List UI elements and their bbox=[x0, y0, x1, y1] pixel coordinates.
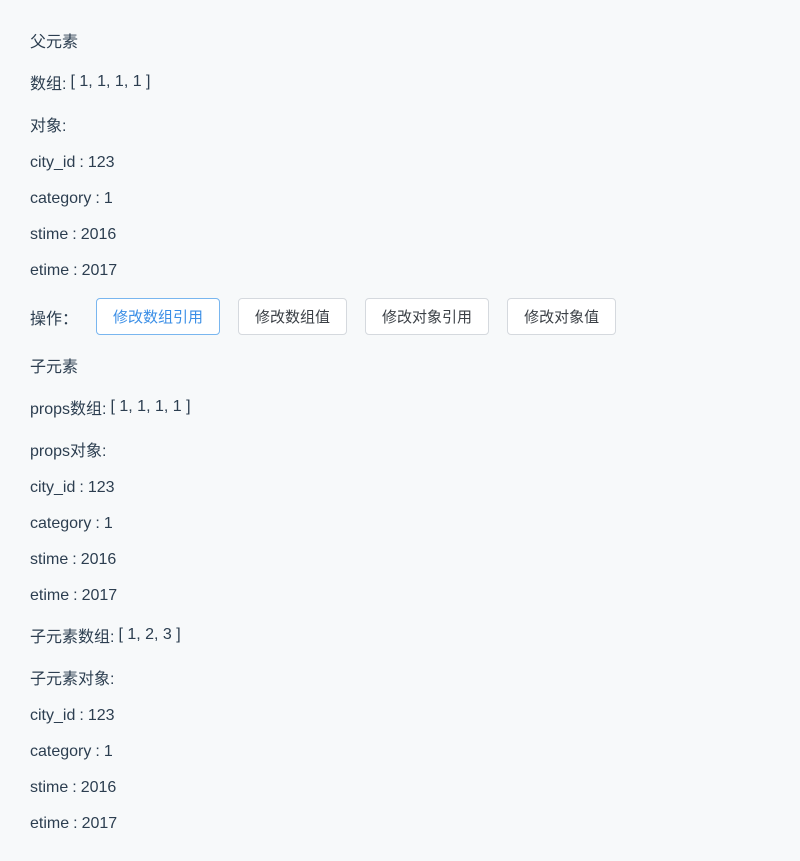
parent-prop-value: 2016 bbox=[81, 226, 117, 244]
child-propsobj-row: city_id : 123 bbox=[30, 479, 770, 497]
child-propsobj-sep: : bbox=[79, 479, 83, 497]
child-propsobj-value: 2016 bbox=[81, 551, 117, 569]
child-propsobj-sep: : bbox=[73, 587, 77, 605]
child-propsobj-key: category bbox=[30, 515, 91, 533]
parent-title: 父元素 bbox=[30, 28, 770, 52]
child-propsobj-row: category : 1 bbox=[30, 515, 770, 533]
parent-prop-key: city_id bbox=[30, 154, 75, 172]
child-childobj-key: category bbox=[30, 743, 91, 761]
child-title: 子元素 bbox=[30, 353, 770, 377]
child-props-array-label: props数组: bbox=[30, 395, 106, 419]
child-childobj-row: stime : 2016 bbox=[30, 779, 770, 797]
parent-prop-sep: : bbox=[72, 226, 76, 244]
parent-prop-sep: : bbox=[73, 262, 77, 280]
child-childobj-key: etime bbox=[30, 815, 69, 833]
parent-object-label-line: 对象: bbox=[30, 112, 770, 136]
parent-object-label: 对象: bbox=[30, 112, 66, 136]
child-props-object-label: props对象: bbox=[30, 437, 106, 461]
child-childobj-sep: : bbox=[73, 815, 77, 833]
child-title-text: 子元素 bbox=[30, 353, 78, 377]
child-childobj-sep: : bbox=[79, 707, 83, 725]
child-childobj-value: 2017 bbox=[82, 815, 118, 833]
parent-array-line: 数组: [ 1, 1, 1, 1 ] bbox=[30, 70, 770, 94]
child-propsobj-row: stime : 2016 bbox=[30, 551, 770, 569]
modify-array-ref-button[interactable]: 修改数组引用 bbox=[96, 298, 220, 335]
child-child-object-label: 子元素对象: bbox=[30, 665, 114, 689]
actions-row: 操作： 修改数组引用 修改数组值 修改对象引用 修改对象值 bbox=[30, 298, 770, 335]
modify-object-value-button[interactable]: 修改对象值 bbox=[507, 298, 616, 335]
parent-prop-key: category bbox=[30, 190, 91, 208]
parent-prop-sep: : bbox=[79, 154, 83, 172]
child-childobj-value: 1 bbox=[104, 743, 113, 761]
child-propsobj-value: 1 bbox=[104, 515, 113, 533]
child-props-object-label-line: props对象: bbox=[30, 437, 770, 461]
child-child-object-label-line: 子元素对象: bbox=[30, 665, 770, 689]
parent-prop-row: city_id : 123 bbox=[30, 154, 770, 172]
parent-prop-row: category : 1 bbox=[30, 190, 770, 208]
child-childobj-sep: : bbox=[95, 743, 99, 761]
child-propsobj-key: stime bbox=[30, 551, 68, 569]
child-childobj-row: etime : 2017 bbox=[30, 815, 770, 833]
child-childobj-value: 123 bbox=[88, 707, 115, 725]
child-propsobj-sep: : bbox=[72, 551, 76, 569]
child-childobj-sep: : bbox=[72, 779, 76, 797]
parent-prop-sep: : bbox=[95, 190, 99, 208]
parent-prop-row: stime : 2016 bbox=[30, 226, 770, 244]
child-child-array-line: 子元素数组: [ 1, 2, 3 ] bbox=[30, 623, 770, 647]
parent-prop-value: 123 bbox=[88, 154, 115, 172]
parent-prop-value: 1 bbox=[104, 190, 113, 208]
child-child-array-value: [ 1, 2, 3 ] bbox=[118, 626, 180, 644]
child-childobj-key: city_id bbox=[30, 707, 75, 725]
child-props-array-value: [ 1, 1, 1, 1 ] bbox=[110, 398, 190, 416]
child-propsobj-row: etime : 2017 bbox=[30, 587, 770, 605]
parent-prop-key: stime bbox=[30, 226, 68, 244]
parent-array-label: 数组: bbox=[30, 70, 66, 94]
parent-prop-key: etime bbox=[30, 262, 69, 280]
child-propsobj-value: 2017 bbox=[82, 587, 118, 605]
actions-label: 操作： bbox=[30, 305, 78, 329]
child-childobj-row: city_id : 123 bbox=[30, 707, 770, 725]
parent-array-value: [ 1, 1, 1, 1 ] bbox=[70, 73, 150, 91]
child-propsobj-sep: : bbox=[95, 515, 99, 533]
child-props-array-line: props数组: [ 1, 1, 1, 1 ] bbox=[30, 395, 770, 419]
parent-prop-row: etime : 2017 bbox=[30, 262, 770, 280]
child-childobj-key: stime bbox=[30, 779, 68, 797]
child-childobj-row: category : 1 bbox=[30, 743, 770, 761]
parent-title-text: 父元素 bbox=[30, 28, 78, 52]
child-childobj-value: 2016 bbox=[81, 779, 117, 797]
child-propsobj-key: etime bbox=[30, 587, 69, 605]
child-propsobj-key: city_id bbox=[30, 479, 75, 497]
child-propsobj-value: 123 bbox=[88, 479, 115, 497]
child-child-array-label: 子元素数组: bbox=[30, 623, 114, 647]
modify-object-ref-button[interactable]: 修改对象引用 bbox=[365, 298, 489, 335]
parent-prop-value: 2017 bbox=[82, 262, 118, 280]
modify-array-value-button[interactable]: 修改数组值 bbox=[238, 298, 347, 335]
